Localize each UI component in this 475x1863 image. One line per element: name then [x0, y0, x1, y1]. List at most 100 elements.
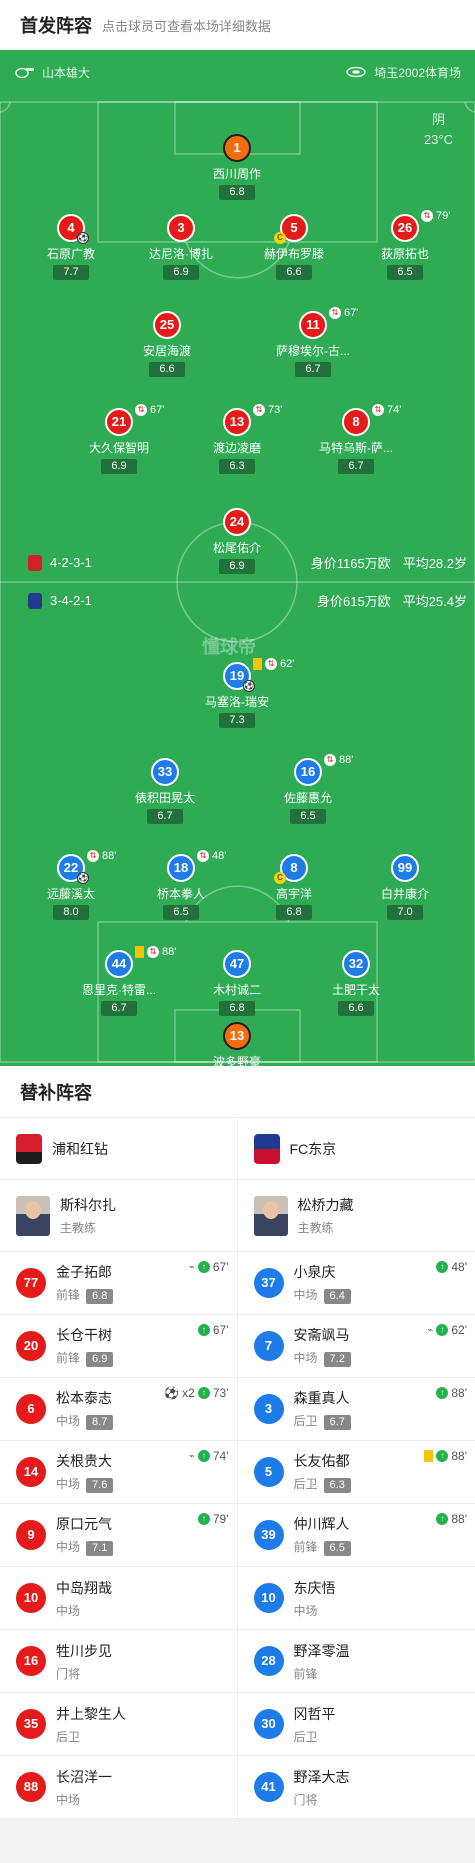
- home-player[interactable]: 5 C 赫伊布罗滕 6.6: [234, 214, 354, 280]
- sub-player-row[interactable]: 35 井上黎生人 后卫: [0, 1693, 237, 1756]
- home-player[interactable]: 8 ⇅ 74' 马特乌斯-萨... 6.7: [296, 404, 416, 474]
- sub-player-number: 41: [253, 1772, 284, 1802]
- sub-in-icon: ↑: [436, 1513, 449, 1525]
- sub-player-row[interactable]: 37 小泉庆 中场 6.4 ↑ 48': [237, 1252, 475, 1315]
- sub-player-rating: 7.6: [86, 1478, 114, 1493]
- away-player[interactable]: 44 ⇅ 88' 恩里克·特雷... 6.7: [59, 946, 179, 1016]
- sub-player-name: 牲川步见: [56, 1642, 112, 1659]
- home-player[interactable]: 11 ⇅ 67' 萨穆埃尔-古... 6.7: [253, 307, 373, 377]
- sub-player-row[interactable]: 3 森重真人 后卫 6.7 ↑ 88': [237, 1378, 475, 1441]
- sub-in-minute: 62': [451, 1323, 467, 1337]
- sub-player-row[interactable]: 10 中岛翔哉 中场: [0, 1567, 237, 1630]
- player-number: 1: [223, 134, 251, 162]
- sub-player-number: 3: [253, 1394, 284, 1424]
- player-rating: 6.8: [219, 185, 255, 200]
- sub-minute: 67': [344, 307, 359, 319]
- player-rating: 6.5: [387, 265, 423, 280]
- sub-minute: 88': [162, 946, 177, 958]
- captain-icon: C: [274, 232, 286, 244]
- sub-minute: 79': [436, 210, 451, 222]
- home-player[interactable]: 21 ⇅ 67' 大久保智明 6.9: [59, 404, 179, 474]
- sub-player-row[interactable]: 14 关根贵大 中场 7.6 ⌁ ↑ 74': [0, 1441, 237, 1504]
- away-player[interactable]: 16 ⇅ 88' 佐藤惠允 6.5: [248, 754, 368, 824]
- sub-player-position-line: 中场 7.6: [56, 1475, 114, 1493]
- yellow-card-icon: [253, 658, 262, 671]
- player-name: 高宇洋: [275, 887, 312, 901]
- home-coach-row[interactable]: 斯科尔扎 主教练: [0, 1180, 237, 1252]
- home-player[interactable]: 25 安居海渡 6.6: [107, 311, 227, 377]
- goal-ball-icon: ⚽: [77, 872, 89, 884]
- sub-player-position-line: 后卫 6.3: [294, 1475, 351, 1493]
- sub-off-marker: ⇅ 67': [135, 404, 164, 417]
- away-player[interactable]: 18 ⇅ 48' 桥本拳人 6.5: [121, 850, 241, 920]
- sub-player-name: 安斋飒马: [293, 1327, 350, 1343]
- player-number: 16: [294, 758, 322, 786]
- sub-player-row[interactable]: 30 冈哲平 后卫: [237, 1693, 475, 1756]
- sub-player-row[interactable]: 41 野泽大志 门将: [237, 1756, 475, 1819]
- away-age: 平均25.4岁: [402, 594, 467, 609]
- sub-in-icon: ↑: [197, 1261, 210, 1273]
- player-rating: 6.7: [295, 362, 331, 377]
- away-coach-row[interactable]: 松桥力藏 主教练: [237, 1180, 475, 1252]
- sub-player-row[interactable]: 7 安斋飒马 中场 7.2 ⌁ ↑ 62': [237, 1315, 475, 1378]
- sub-player-row[interactable]: 10 东庆悟 中场: [237, 1567, 475, 1630]
- sub-player-row[interactable]: 20 长仓干树 前锋 6.9 ↑ 67': [0, 1315, 237, 1378]
- whistle-icon: [14, 66, 34, 81]
- subs-away-column: FC东京 松桥力藏 主教练 37 小泉庆 中场 6.4 ↑ 48' 7 安斋飒马 中场 7.2 ⌁ ↑…: [237, 1118, 475, 1819]
- sub-player-row[interactable]: 6 松本泰志 中场 8.7 ⚽ x2 ↑ 73': [0, 1378, 237, 1441]
- sub-event: ⌁ ↑ 67': [189, 1260, 229, 1274]
- home-team-row[interactable]: 浦和红钻: [0, 1118, 237, 1180]
- sub-player-row[interactable]: 9 原口元气 中场 7.1 ↑ 79': [0, 1504, 237, 1567]
- sub-player-row[interactable]: 39 仲川辉人 前锋 6.5 ↑ 88': [237, 1504, 475, 1567]
- sub-player-name: 井上黎生人: [56, 1705, 126, 1722]
- sub-player-row[interactable]: 77 金子拓郎 前锋 6.8 ⌁ ↑ 67': [0, 1252, 237, 1315]
- sub-player-row[interactable]: 5 长友佑都 后卫 6.3 ↑ 88': [237, 1441, 475, 1504]
- sub-player-number: 37: [253, 1268, 284, 1298]
- player-name: 佐藤惠允: [283, 791, 332, 805]
- away-player[interactable]: 8 C 高宇洋 6.8: [234, 854, 354, 920]
- away-player[interactable]: 33 俵积田晃太 6.7: [105, 758, 225, 824]
- home-player[interactable]: 26 ⇅ 79' 荻原拓也 6.5: [345, 210, 465, 280]
- sub-player-position: 中场: [293, 1351, 318, 1365]
- home-player[interactable]: 1 西川周作 6.8: [177, 134, 297, 200]
- sub-player-rating: 6.3: [323, 1478, 351, 1493]
- away-player[interactable]: 22 ⚽ ⇅ 88' 远藤溪太 8.0: [11, 850, 131, 920]
- sub-off-marker: ⇅ 88': [324, 754, 353, 767]
- away-coach-role: 主教练: [297, 1221, 334, 1235]
- away-player[interactable]: 47 木村诚二 6.8: [177, 950, 297, 1016]
- sub-player-position: 门将: [293, 1792, 318, 1807]
- lineup-header: 首发阵容 点击球员可查看本场详细数据: [0, 0, 475, 50]
- weather-desc: 阴: [431, 112, 445, 127]
- sub-event: ↑ 48': [436, 1260, 467, 1274]
- sub-player-row[interactable]: 28 野泽零温 前锋: [237, 1630, 475, 1693]
- home-player[interactable]: 3 达尼洛·博扎 6.9: [121, 214, 241, 280]
- home-player[interactable]: 4 ⚽ 石原广教 7.7: [11, 214, 131, 280]
- assist-boot-icon: ⌁: [188, 1261, 195, 1273]
- sub-event: ↑ 88': [436, 1512, 467, 1526]
- away-player[interactable]: 99 白井康介 7.0: [345, 854, 465, 920]
- player-rating: 6.8: [219, 1001, 255, 1016]
- sub-player-row[interactable]: 88 长沼洋一 中场: [0, 1756, 237, 1819]
- coach-avatar: [253, 1195, 288, 1236]
- substitution-icon: ⇅: [197, 850, 209, 863]
- away-team-name: FC东京: [289, 1140, 337, 1157]
- player-number: 32: [342, 950, 370, 978]
- sub-player-name: 东庆悟: [293, 1579, 336, 1596]
- substitution-icon: ⇅: [324, 754, 336, 767]
- player-name: 马塞洛-瑞安: [205, 695, 269, 709]
- away-player[interactable]: 19 ⚽ ⇅ 62' 马塞洛-瑞安 7.3: [177, 658, 297, 728]
- away-player[interactable]: 13波多野豪6.8: [177, 1022, 297, 1066]
- player-rating: 6.5: [290, 809, 326, 824]
- sub-player-position: 后卫: [293, 1414, 318, 1428]
- sub-in-icon: ↑: [197, 1387, 210, 1399]
- away-player[interactable]: 32 土肥干太 6.6: [296, 950, 416, 1016]
- player-rating: 6.9: [163, 265, 199, 280]
- sub-player-number: 10: [253, 1583, 284, 1613]
- home-player[interactable]: 13 ⇅ 73' 渡边凌磨 6.3: [177, 404, 297, 474]
- sub-player-row[interactable]: 16 牲川步见 门将: [0, 1630, 237, 1693]
- sub-player-position: 前锋: [56, 1351, 81, 1365]
- home-team-badge: [28, 554, 42, 571]
- temperature: 23°C: [423, 132, 453, 147]
- sub-player-position: 中场: [56, 1477, 81, 1491]
- away-team-row[interactable]: FC东京: [237, 1118, 475, 1180]
